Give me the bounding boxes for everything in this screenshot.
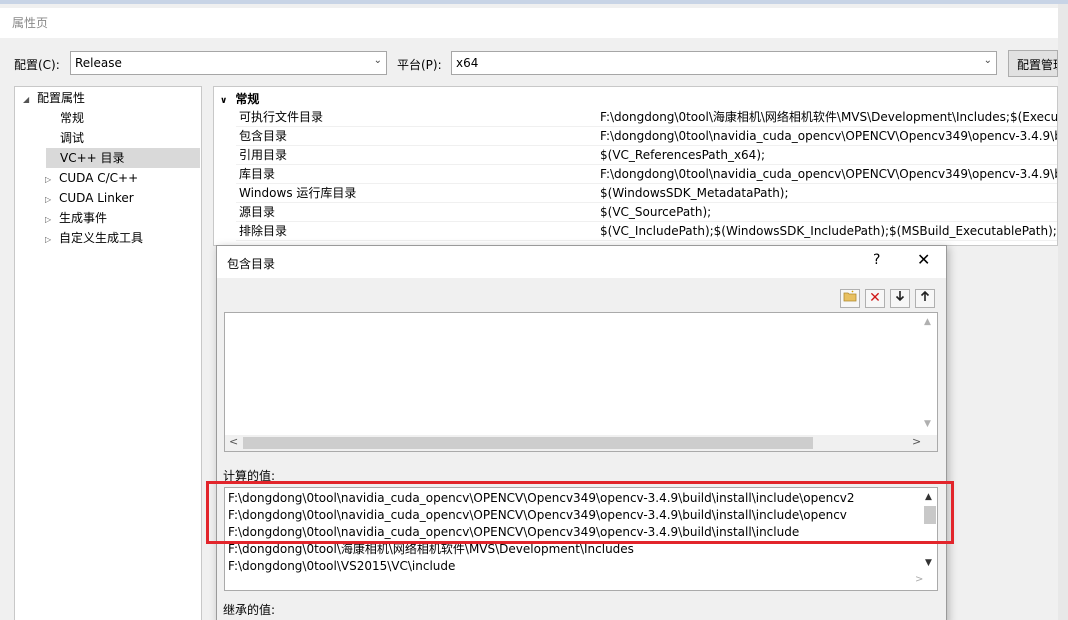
help-button[interactable]: ?	[873, 252, 880, 268]
tree-item-custom-build[interactable]: ▷ 自定义生成工具	[45, 228, 143, 248]
expand-triangle-icon[interactable]: ▷	[45, 210, 59, 230]
red-highlight-box	[206, 481, 954, 544]
config-manager-button[interactable]: 配置管理器	[1008, 50, 1058, 77]
arrow-up-icon[interactable]	[915, 289, 935, 308]
grid-row-winrt[interactable]: Windows 运行库目录 $(WindowsSDK_MetadataPath);	[236, 184, 1057, 203]
platform-label: 平台(P):	[397, 58, 442, 72]
property-grid: ∨ 常规 可执行文件目录 F:\dongdong\0tool\海康相机\网络相机软件…	[213, 86, 1058, 246]
chevron-down-icon: ∨	[220, 96, 228, 106]
close-button[interactable]: ✕	[917, 250, 930, 269]
window-edge	[1058, 4, 1068, 620]
scroll-down-icon[interactable]: ▼	[924, 419, 931, 429]
tree-item-cuda-linker[interactable]: ▷ CUDA Linker	[45, 188, 134, 208]
property-tree: ◢ 配置属性 常规 调试 VC++ 目录 ▷ CUDA C/C++ ▷ CUDA Li…	[14, 86, 202, 620]
property-pages-window: 属性页 配置(C): Release ⌄ 平台(P): x64 ⌄ 配置管理器 …	[0, 0, 1068, 620]
arrow-down-icon[interactable]	[890, 289, 910, 308]
scroll-left-icon[interactable]: <	[229, 435, 238, 448]
inherited-values-label: 继承的值:	[223, 603, 276, 617]
tree-item-debugging[interactable]: 调试	[60, 128, 84, 148]
config-combo[interactable]: Release ⌄	[70, 51, 387, 75]
list-item: F:\dongdong\0tool\VS2015\VC\include	[228, 559, 456, 573]
delete-icon[interactable]: ✕	[865, 289, 885, 308]
scrollbar-thumb[interactable]	[243, 437, 813, 449]
collapse-triangle-icon[interactable]: ◢	[23, 90, 37, 110]
tree-item-cuda-cpp[interactable]: ▷ CUDA C/C++	[45, 168, 138, 188]
scroll-down-icon[interactable]: ▼	[925, 558, 932, 568]
expand-triangle-icon[interactable]: ▷	[45, 190, 59, 210]
chevron-down-icon: ⌄	[983, 55, 992, 66]
tree-item-general[interactable]: 常规	[60, 108, 84, 128]
window-title: 属性页	[0, 8, 1058, 38]
grid-row-library[interactable]: 库目录 F:\dongdong\0tool\navidia_cuda_opencv…	[236, 165, 1057, 184]
expand-triangle-icon[interactable]: ▷	[45, 230, 59, 250]
grid-row-include[interactable]: 包含目录 F:\dongdong\0tool\navidia_cuda_openc…	[236, 127, 1057, 146]
include-dirs-dialog: 包含目录 ? ✕ ✕ ▲ ▼ < > 计算的值: F:\dongdong\0to…	[216, 245, 947, 620]
expand-triangle-icon[interactable]: ▷	[45, 170, 59, 190]
scroll-right-icon[interactable]: >	[912, 435, 921, 448]
grid-row-source[interactable]: 源目录 $(VC_SourcePath);	[236, 203, 1057, 222]
dialog-titlebar: 包含目录 ? ✕	[217, 246, 946, 278]
platform-value: x64	[456, 56, 479, 70]
dialog-title: 包含目录	[227, 257, 276, 271]
tree-root[interactable]: ◢ 配置属性	[23, 88, 85, 108]
tree-item-build-events[interactable]: ▷ 生成事件	[45, 208, 107, 228]
grid-section-header[interactable]: ∨ 常规	[214, 89, 259, 109]
chevron-down-icon: ⌄	[373, 55, 382, 66]
config-label: 配置(C):	[14, 58, 60, 72]
config-value: Release	[75, 56, 122, 70]
grid-row-reference[interactable]: 引用目录 $(VC_ReferencesPath_x64);	[236, 146, 1057, 165]
include-dirs-editor[interactable]: ▲ ▼ < >	[224, 312, 938, 452]
config-row: 配置(C): Release ⌄ 平台(P): x64 ⌄ 配置管理器	[0, 48, 1058, 80]
scroll-right-icon[interactable]: >	[915, 574, 923, 585]
grid-row-exclude[interactable]: 排除目录 $(VC_IncludePath);$(WindowsSDK_Inclu…	[236, 222, 1057, 241]
new-folder-icon[interactable]	[840, 289, 860, 308]
scroll-up-icon[interactable]: ▲	[924, 317, 931, 327]
horizontal-scrollbar[interactable]: < >	[225, 435, 937, 451]
platform-combo[interactable]: x64 ⌄	[451, 51, 997, 75]
grid-row-executable[interactable]: 可执行文件目录 F:\dongdong\0tool\海康相机\网络相机软件\MVS…	[236, 108, 1057, 127]
tree-item-vc-directories[interactable]: VC++ 目录	[46, 148, 200, 168]
